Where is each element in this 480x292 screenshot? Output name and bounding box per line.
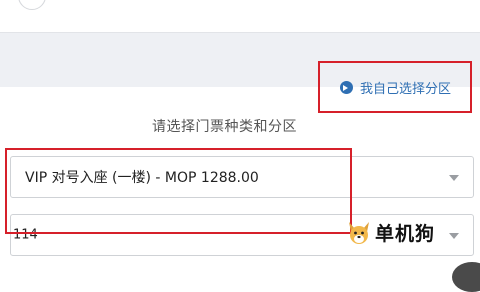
dog-mascot-icon <box>349 221 369 244</box>
section-title: 请选择门票种类和分区 <box>152 119 297 135</box>
watermark-text: 单机狗 <box>375 223 436 245</box>
chevron-down-icon <box>449 175 459 181</box>
round-button-edge[interactable] <box>18 0 46 10</box>
watermark-logo: 单机狗 <box>346 219 435 246</box>
top-strip <box>0 0 480 33</box>
ticket-type-value: VIP 对号入座 (一楼) - MOP 1288.00 <box>25 170 259 186</box>
self-select-zone-label: 我自己选择分区 <box>360 81 452 97</box>
corner-object <box>452 262 480 292</box>
zone-value: 114 <box>13 227 38 243</box>
chevron-down-icon <box>449 233 459 239</box>
ticket-type-select[interactable]: VIP 对号入座 (一楼) - MOP 1288.00 <box>10 156 474 198</box>
toolbar-band: 我自己选择分区 <box>0 33 480 113</box>
self-select-zone-link[interactable]: 我自己选择分区 <box>318 61 472 113</box>
play-circle-icon <box>340 80 353 94</box>
